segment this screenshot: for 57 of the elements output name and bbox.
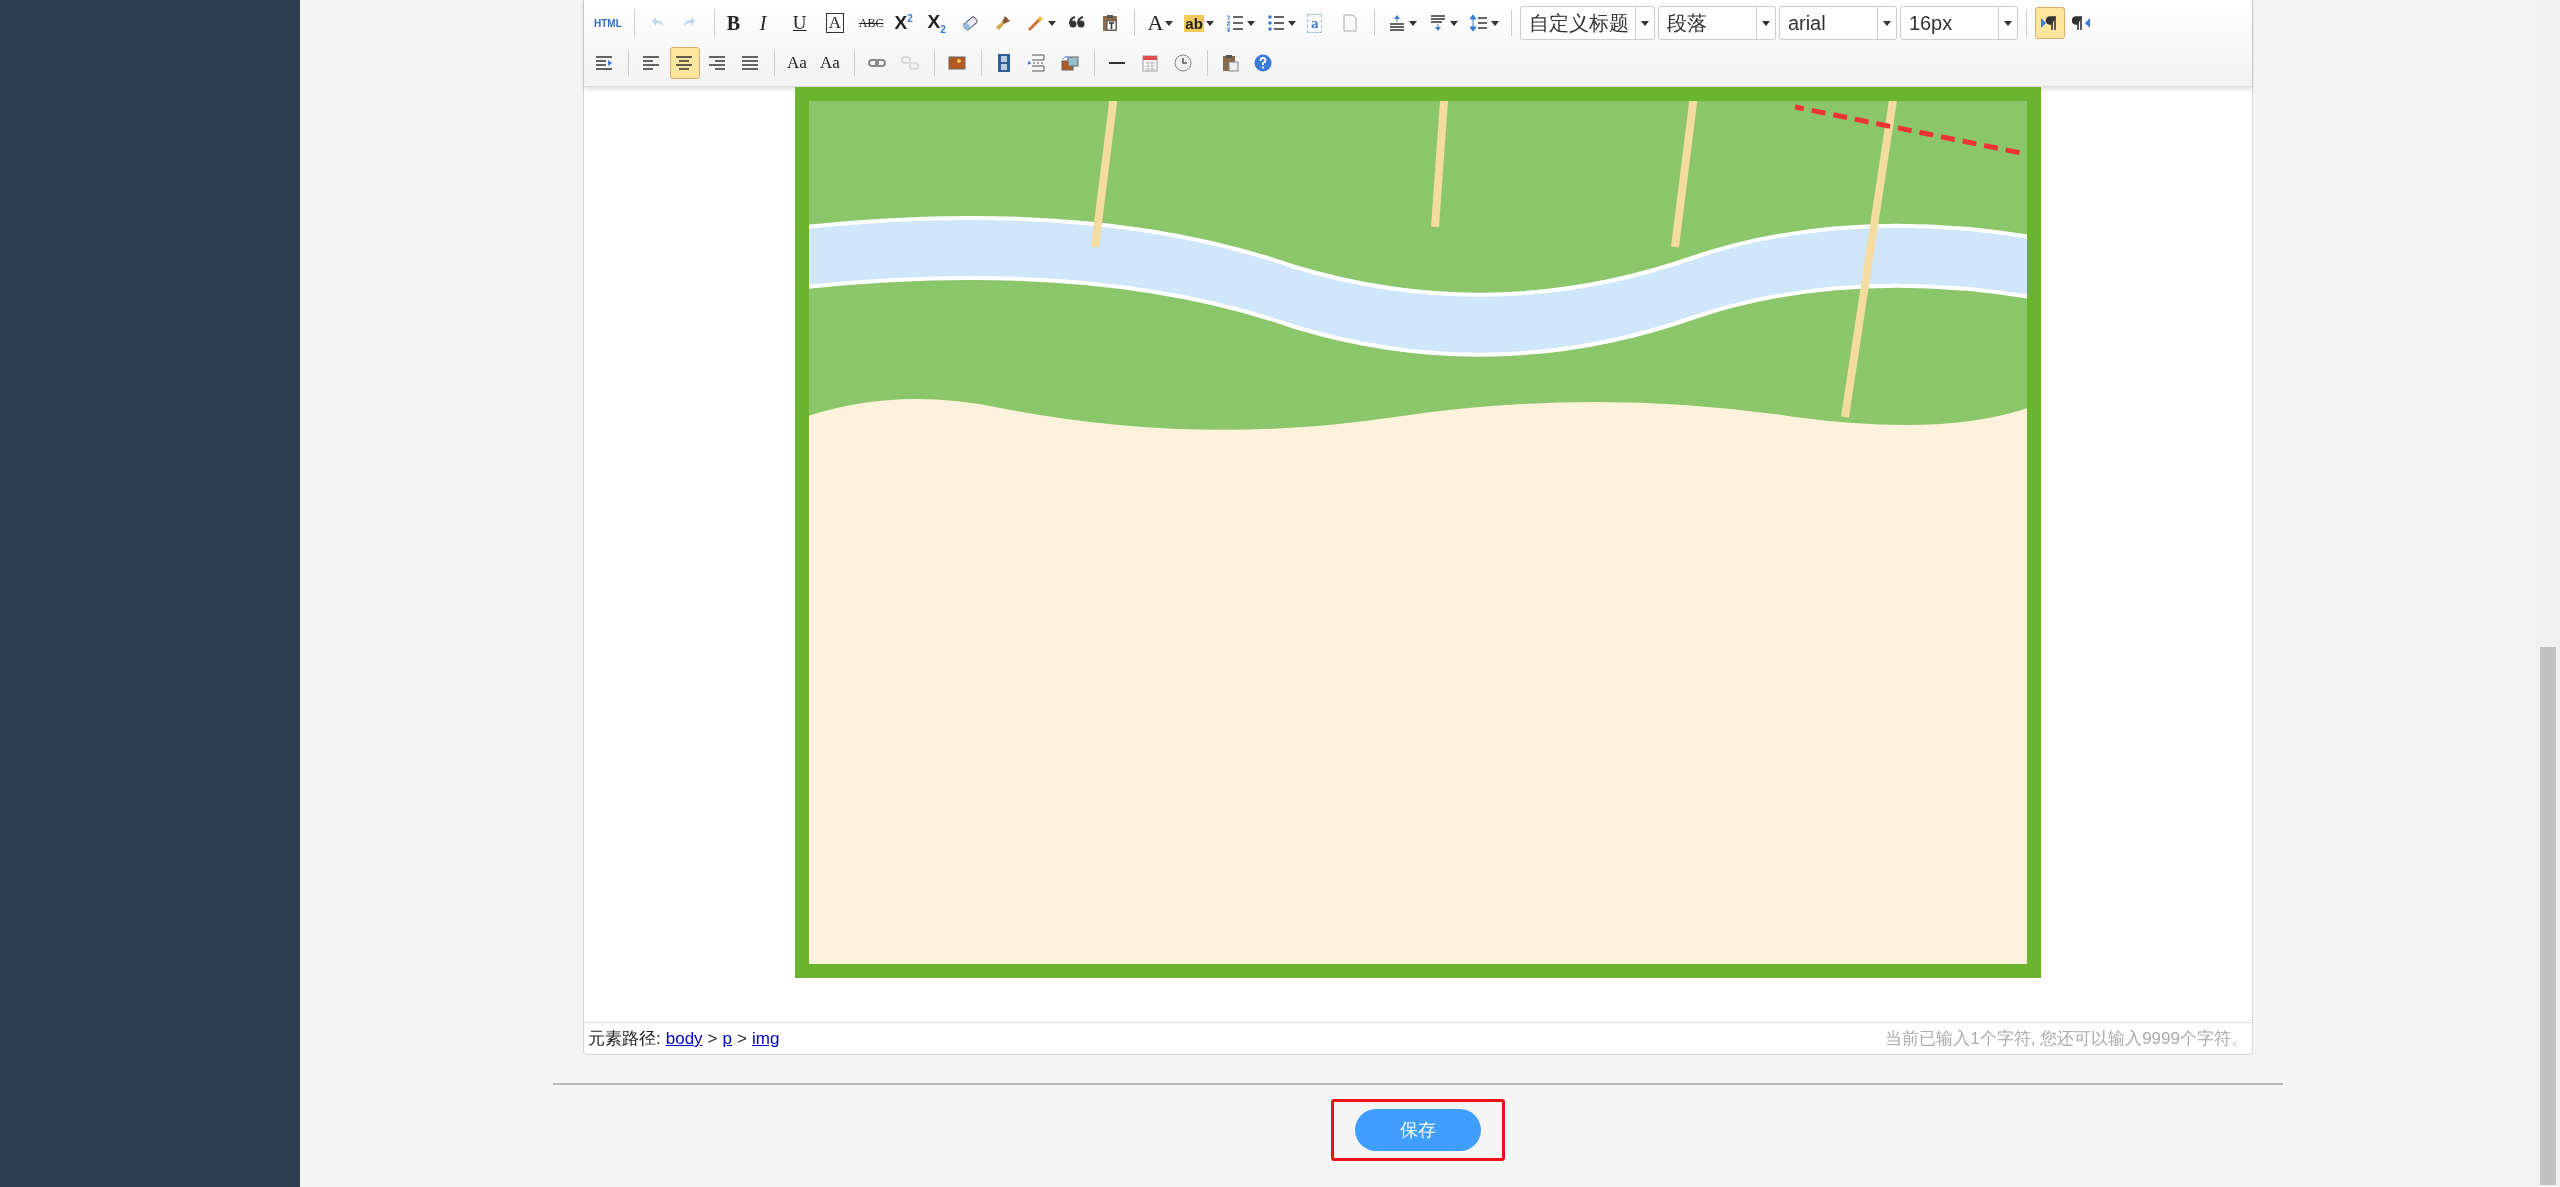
clipboard-icon: [1220, 53, 1240, 73]
element-path-link[interactable]: p: [722, 1029, 732, 1049]
caret-icon: [1882, 20, 1891, 26]
font-color-button[interactable]: A: [1143, 7, 1178, 39]
calendar-icon: [1140, 53, 1160, 73]
caret-icon: [1048, 20, 1057, 26]
bold-button[interactable]: B: [722, 7, 753, 39]
highlight-color-button[interactable]: ab: [1180, 7, 1218, 39]
dropdown-field[interactable]: 段落: [1657, 6, 1776, 40]
font-border-button[interactable]: A: [821, 7, 852, 39]
element-path-link[interactable]: body: [665, 1029, 703, 1049]
caret-icon: [1408, 20, 1417, 26]
clock-icon: [1173, 53, 1193, 73]
help-icon: [1253, 53, 1273, 73]
underline-button[interactable]: U: [788, 7, 819, 39]
numbered-list-icon: [1224, 13, 1245, 33]
select-all-button[interactable]: a: [1302, 7, 1333, 39]
caret-icon: [1761, 20, 1770, 26]
scrollbar[interactable]: [2536, 0, 2560, 1187]
character-count: 当前已输入1个字符, 您还可以输入9999个字符。: [1885, 1028, 2248, 1050]
line-height-icon: [1468, 13, 1489, 33]
align-center-icon: [674, 53, 694, 73]
left-to-right-icon: [2038, 13, 2059, 33]
strikethrough-button[interactable]: ABC: [854, 7, 888, 39]
indent-icon: [594, 53, 614, 73]
element-path-label: 元素路径:: [588, 1028, 661, 1050]
justify-icon: [740, 53, 760, 73]
scrollbar-thumb[interactable]: [2540, 647, 2556, 1185]
caret-icon: [1246, 20, 1255, 26]
caret-icon: [2003, 20, 2012, 26]
bullet-list-icon: [1265, 13, 1286, 33]
unlink-icon: [900, 53, 920, 73]
image-icon: [947, 53, 967, 73]
caret-icon: [1205, 20, 1214, 26]
caret-icon: [1490, 20, 1499, 26]
caret-icon: [1165, 20, 1174, 26]
dropdown-field[interactable]: 16px: [1899, 6, 2018, 40]
images-icon: [1060, 53, 1080, 73]
toolbar-button[interactable]: [2034, 7, 2065, 39]
caret-icon: [1449, 20, 1458, 26]
element-path-link[interactable]: img: [751, 1029, 780, 1049]
dropdown-field[interactable]: 自定义标题: [1519, 6, 1655, 40]
lowercase-button[interactable]: Aa: [816, 47, 846, 79]
path-separator: >: [737, 1029, 747, 1049]
caret-icon: [1640, 20, 1649, 26]
page-break-icon: [1027, 53, 1047, 73]
superscript-button[interactable]: X$^{2}$: [890, 7, 921, 39]
html-source-button[interactable]: HTML: [590, 7, 626, 39]
dropdown-field[interactable]: arial: [1778, 6, 1897, 40]
align-right-icon: [707, 53, 727, 73]
path-separator: >: [707, 1029, 718, 1049]
caret-icon: [1287, 20, 1296, 26]
uppercase-button[interactable]: Aa: [783, 47, 813, 79]
italic-button[interactable]: I: [755, 7, 786, 39]
align-left-icon: [641, 53, 661, 73]
right-to-left-icon: [2071, 13, 2092, 33]
subscript-button[interactable]: X$_{2}$: [923, 7, 954, 39]
